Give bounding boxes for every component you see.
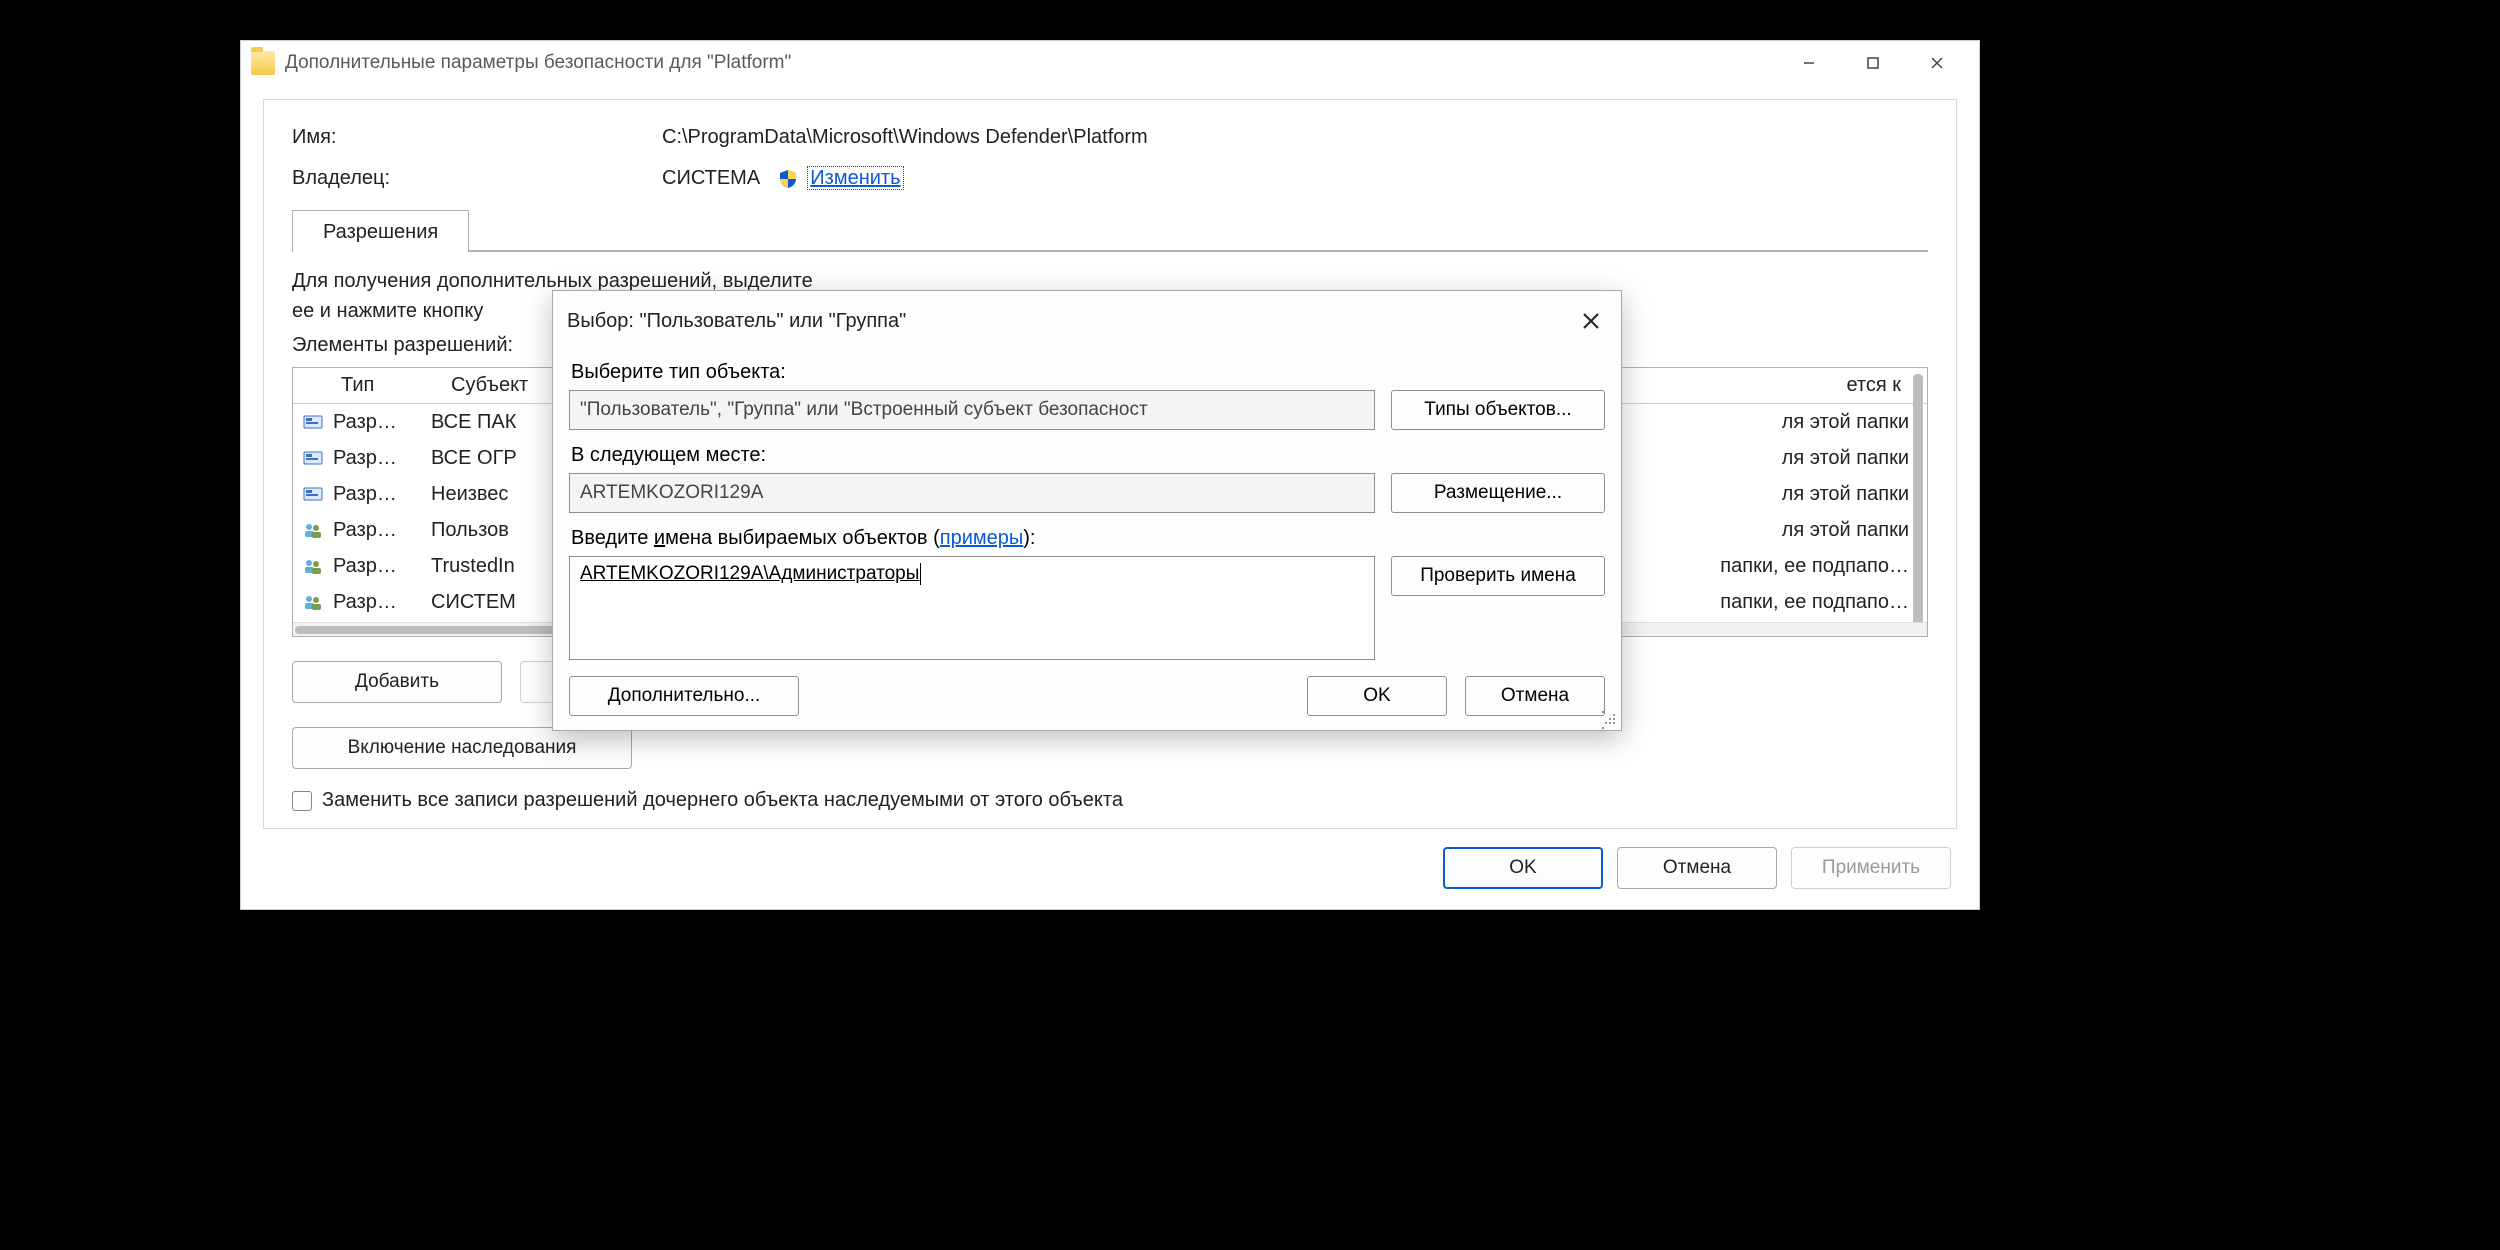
examples-link[interactable]: примеры (940, 527, 1024, 549)
row-subject: ВСЕ ОГР (431, 447, 531, 470)
modal-close-button[interactable] (1575, 305, 1607, 337)
lock-icon (301, 483, 325, 506)
maximize-button[interactable] (1841, 43, 1905, 83)
modal-cancel-button[interactable]: Отмена (1465, 676, 1605, 716)
modal-title: Выбор: "Пользователь" или "Группа" (567, 310, 906, 333)
add-button[interactable]: Добавить (292, 661, 502, 703)
tab-strip: Разрешения (292, 208, 1928, 252)
locations-button[interactable]: Размещение... (1391, 473, 1605, 513)
title-bar: Дополнительные параметры безопасности дл… (241, 41, 1979, 85)
modal-ok-button[interactable]: OK (1307, 676, 1447, 716)
folder-icon (251, 51, 275, 75)
row-type: Разр… (333, 411, 423, 434)
replace-child-checkbox[interactable] (292, 791, 312, 811)
row-type: Разр… (333, 591, 423, 614)
advanced-button[interactable]: Дополнительно... (569, 676, 799, 716)
row-applies: ля этой папки (1782, 411, 1909, 434)
object-names-label: Введите имена выбираемых объектов (приме… (571, 527, 1605, 550)
users-icon (301, 519, 325, 542)
ok-button[interactable]: OK (1443, 847, 1603, 889)
cancel-button[interactable]: Отмена (1617, 847, 1777, 889)
users-icon (301, 555, 325, 578)
row-subject: СИСТЕМ (431, 591, 531, 614)
row-type: Разр… (333, 483, 423, 506)
object-names-input[interactable]: ARTEMKOZORI129A\Администраторы (569, 556, 1375, 660)
vertical-scrollbar[interactable] (1913, 374, 1923, 630)
row-applies: ля этой папки (1782, 519, 1909, 542)
close-button[interactable] (1905, 43, 1969, 83)
select-user-dialog: Выбор: "Пользователь" или "Группа" Выбер… (552, 290, 1622, 731)
lock-icon (301, 411, 325, 434)
row-subject: Пользов (431, 519, 531, 542)
row-type: Разр… (333, 519, 423, 542)
row-applies: папки, ее подпапо… (1720, 591, 1909, 614)
col-applies[interactable]: ется к (1846, 374, 1901, 397)
lock-icon (301, 447, 325, 470)
window-title: Дополнительные параметры безопасности дл… (285, 52, 791, 74)
uac-shield-icon (778, 169, 798, 189)
row-subject: Неизвес (431, 483, 531, 506)
owner-label: Владелец: (292, 167, 662, 190)
row-applies: папки, ее подпапо… (1720, 555, 1909, 578)
col-type[interactable]: Тип (341, 374, 451, 397)
location-field: ARTEMKOZORI129A (569, 473, 1375, 513)
owner-value: СИСТЕМА (662, 167, 760, 189)
name-value: C:\ProgramData\Microsoft\Windows Defende… (662, 126, 1148, 149)
row-type: Разр… (333, 447, 423, 470)
row-subject: TrustedIn (431, 555, 531, 578)
enable-inheritance-button[interactable]: Включение наследования (292, 727, 632, 769)
name-label: Имя: (292, 126, 662, 149)
object-type-label: Выберите тип объекта: (571, 361, 1605, 384)
location-label: В следующем месте: (571, 444, 1605, 467)
apply-button: Применить (1791, 847, 1951, 889)
window-controls (1777, 43, 1969, 83)
row-type: Разр… (333, 555, 423, 578)
check-names-button[interactable]: Проверить имена (1391, 556, 1605, 596)
object-types-button[interactable]: Типы объектов... (1391, 390, 1605, 430)
replace-child-label: Заменить все записи разрешений дочернего… (322, 789, 1123, 812)
users-icon (301, 591, 325, 614)
dialog-footer: OK Отмена Применить (241, 829, 1979, 909)
tab-permissions[interactable]: Разрешения (292, 210, 469, 252)
object-type-field: "Пользователь", "Группа" или "Встроенный… (569, 390, 1375, 430)
row-applies: ля этой папки (1782, 447, 1909, 470)
resize-grip-icon[interactable] (1602, 711, 1618, 727)
row-subject: ВСЕ ПАК (431, 411, 531, 434)
change-owner-link[interactable]: Изменить (807, 166, 903, 190)
minimize-button[interactable] (1777, 43, 1841, 83)
row-applies: ля этой папки (1782, 483, 1909, 506)
